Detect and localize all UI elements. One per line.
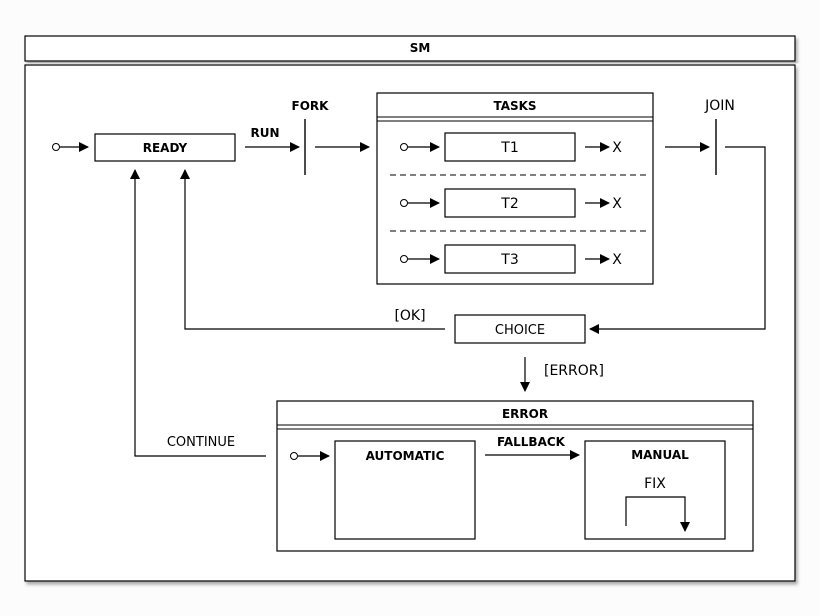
machine-title-bar: SM — [24, 35, 796, 62]
final-state-t1: X — [612, 140, 622, 156]
final-state-t3: X — [612, 252, 622, 268]
initial-pseudostate-icon — [290, 452, 298, 460]
transition-run-label: RUN — [250, 126, 279, 140]
initial-pseudostate-icon — [52, 143, 60, 151]
initial-pseudostate-icon — [400, 199, 408, 207]
transition-fallback-label: FALLBACK — [497, 435, 566, 449]
fork-label: FORK — [292, 99, 330, 113]
state-t1-label: T1 — [500, 140, 518, 156]
state-ready-label: READY — [143, 141, 188, 155]
transition-ok-label: [OK] — [394, 308, 425, 324]
state-tasks-label: TASKS — [493, 99, 536, 113]
state-t3-label: T3 — [500, 252, 518, 268]
state-t1[interactable]: T1 — [444, 132, 576, 162]
final-state-t2: X — [612, 196, 622, 212]
initial-pseudostate-icon — [400, 143, 408, 151]
state-choice-label: CHOICE — [495, 323, 545, 338]
transition-continue-label: CONTINUE — [167, 435, 235, 450]
state-automatic-label: AUTOMATIC — [366, 449, 445, 463]
initial-pseudostate-icon — [400, 255, 408, 263]
join-label: JOIN — [704, 98, 735, 114]
state-t3[interactable]: T3 — [444, 244, 576, 274]
state-machine-diagram: SM READY RUN FORK TASKS T1 X T2 X T3 X J… — [24, 35, 796, 582]
state-t2[interactable]: T2 — [444, 188, 576, 218]
state-ready[interactable]: READY — [94, 133, 236, 162]
transition-error-label: [ERROR] — [544, 363, 604, 379]
state-manual-label: MANUAL — [631, 448, 689, 462]
state-error-label: ERROR — [502, 407, 548, 421]
state-choice[interactable]: CHOICE — [454, 314, 586, 344]
state-t2-label: T2 — [500, 196, 518, 212]
state-automatic[interactable]: AUTOMATIC — [334, 440, 476, 540]
machine-title: SM — [410, 41, 431, 55]
transition-fix-label: FIX — [644, 476, 666, 492]
